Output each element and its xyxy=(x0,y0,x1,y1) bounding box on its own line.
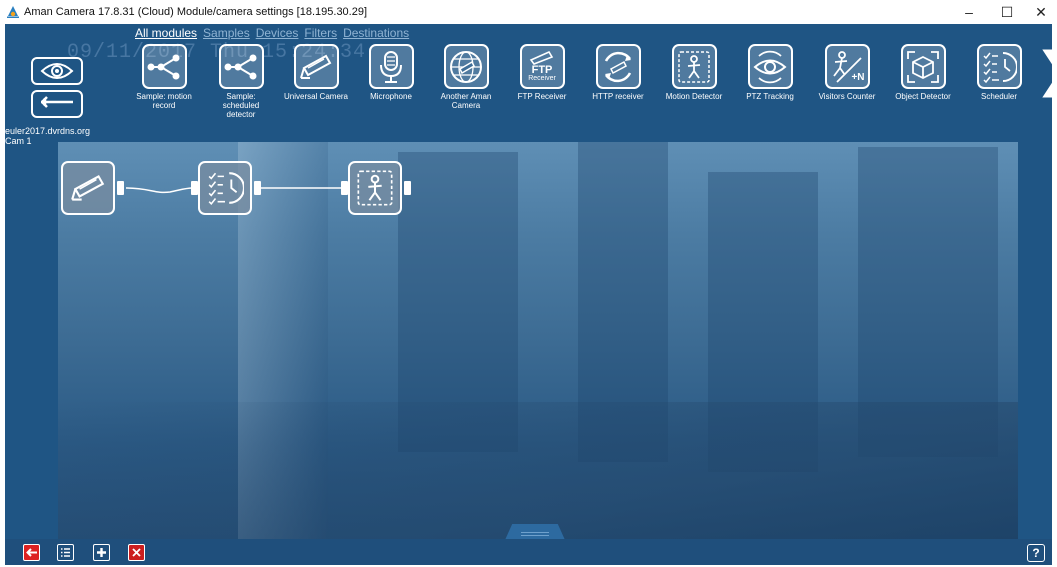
camera-name: Cam 1 xyxy=(5,136,32,146)
module-label: Scheduler xyxy=(980,92,1018,101)
camera-host-label: euler2017.dvrdns.org Cam 1 xyxy=(5,126,90,146)
panel-resize-handle[interactable] xyxy=(505,524,565,540)
ftp-receiver-icon xyxy=(529,50,554,65)
minimize-button[interactable]: – xyxy=(952,0,986,24)
scheduler-icon xyxy=(208,172,244,206)
module-label: PTZ Tracking xyxy=(746,92,794,101)
microphone-icon xyxy=(380,50,402,83)
flow-node-motion-detector[interactable] xyxy=(348,161,402,215)
motion-detector-icon xyxy=(678,50,710,83)
module-list-button[interactable] xyxy=(57,544,74,561)
module-scheduler[interactable]: Scheduler xyxy=(966,44,1032,101)
ftp-badge: FTP xyxy=(531,63,553,76)
visitors-badge: +N xyxy=(851,72,865,83)
module-object-detector[interactable]: Object Detector xyxy=(890,44,956,101)
graph-node-icon xyxy=(224,54,257,79)
next-modules-arrow[interactable]: ❯ xyxy=(1035,46,1052,94)
receiver-badge: Receiver xyxy=(528,74,556,82)
app-area: 09/11/2017 Thu 15:24:34 All modules Samp… xyxy=(5,24,1052,565)
module-http-receiver[interactable]: HTTP receiver xyxy=(585,44,651,101)
flow-node-scheduler[interactable] xyxy=(198,161,252,215)
input-port[interactable] xyxy=(341,181,348,195)
motion-detector-icon xyxy=(357,170,393,206)
module-label: Another Aman Camera xyxy=(440,92,492,110)
title-bar: Aman Camera 17.8.31 (Cloud) Module/camer… xyxy=(0,0,1057,24)
module-ftp-receiver[interactable]: FTP Receiver FTP Receiver xyxy=(509,44,575,101)
help-button[interactable]: ? xyxy=(1027,544,1045,562)
flow-node-universal-camera[interactable] xyxy=(61,161,115,215)
module-label: Sample: motion record xyxy=(136,92,192,110)
delete-x-icon xyxy=(132,548,141,557)
window-title: Aman Camera 17.8.31 (Cloud) Module/camer… xyxy=(24,6,368,18)
bottom-toolbar: ? xyxy=(5,539,1052,565)
globe-camera-icon xyxy=(450,50,482,83)
module-label: FTP Receiver xyxy=(517,92,567,101)
add-module-button[interactable] xyxy=(93,544,110,561)
module-label: Visitors Counter xyxy=(818,92,876,101)
module-visitors-counter[interactable]: +N Visitors Counter xyxy=(814,44,880,101)
http-receiver-icon xyxy=(604,51,632,82)
module-sample-scheduled-detector[interactable]: Sample: scheduled detector xyxy=(208,44,274,119)
module-label: HTTP receiver xyxy=(592,92,644,101)
module-ptz-tracking[interactable]: PTZ Tracking xyxy=(737,44,803,101)
tab-samples[interactable]: Samples xyxy=(203,26,250,40)
camera-host: euler2017.dvrdns.org xyxy=(5,126,91,136)
eye-icon xyxy=(40,63,74,79)
close-button[interactable]: ✕ xyxy=(1024,0,1057,24)
exit-button[interactable] xyxy=(23,544,40,561)
module-label: Microphone xyxy=(370,92,412,101)
security-camera-icon xyxy=(300,54,332,79)
ptz-eye-icon xyxy=(753,50,787,83)
scheduler-icon xyxy=(983,51,1017,83)
module-another-aman-camera[interactable]: Another Aman Camera xyxy=(433,44,499,110)
module-label: Universal Camera xyxy=(283,92,349,101)
module-sample-motion-record[interactable]: Sample: motion record xyxy=(131,44,197,110)
back-button[interactable] xyxy=(31,90,83,118)
tab-destinations[interactable]: Destinations xyxy=(343,26,409,40)
module-universal-camera[interactable]: Universal Camera xyxy=(283,44,349,101)
graph-node-icon xyxy=(147,54,180,79)
view-camera-button[interactable] xyxy=(31,57,83,85)
list-icon xyxy=(61,548,70,557)
back-arrow-icon xyxy=(41,96,73,108)
module-label: Motion Detector xyxy=(665,92,723,101)
maximize-button[interactable]: ☐ xyxy=(990,0,1024,24)
exit-arrow-icon xyxy=(26,548,37,557)
input-port[interactable] xyxy=(191,181,198,195)
module-label: Object Detector xyxy=(895,92,951,101)
module-category-tabs: All modules Samples Devices Filters Dest… xyxy=(135,26,409,40)
tab-filters[interactable]: Filters xyxy=(304,26,337,40)
object-detector-icon xyxy=(907,50,939,83)
delete-module-button[interactable] xyxy=(128,544,145,561)
tab-devices[interactable]: Devices xyxy=(256,26,299,40)
security-camera-icon xyxy=(71,174,105,201)
module-label: Sample: scheduled detector xyxy=(222,92,260,119)
module-motion-detector[interactable]: Motion Detector xyxy=(661,44,727,101)
tab-all-modules[interactable]: All modules xyxy=(135,26,197,40)
output-port[interactable] xyxy=(404,181,411,195)
app-logo-icon xyxy=(7,6,19,18)
module-microphone[interactable]: Microphone xyxy=(358,44,424,101)
output-port[interactable] xyxy=(117,181,124,195)
plus-icon xyxy=(97,548,106,557)
output-port[interactable] xyxy=(254,181,261,195)
